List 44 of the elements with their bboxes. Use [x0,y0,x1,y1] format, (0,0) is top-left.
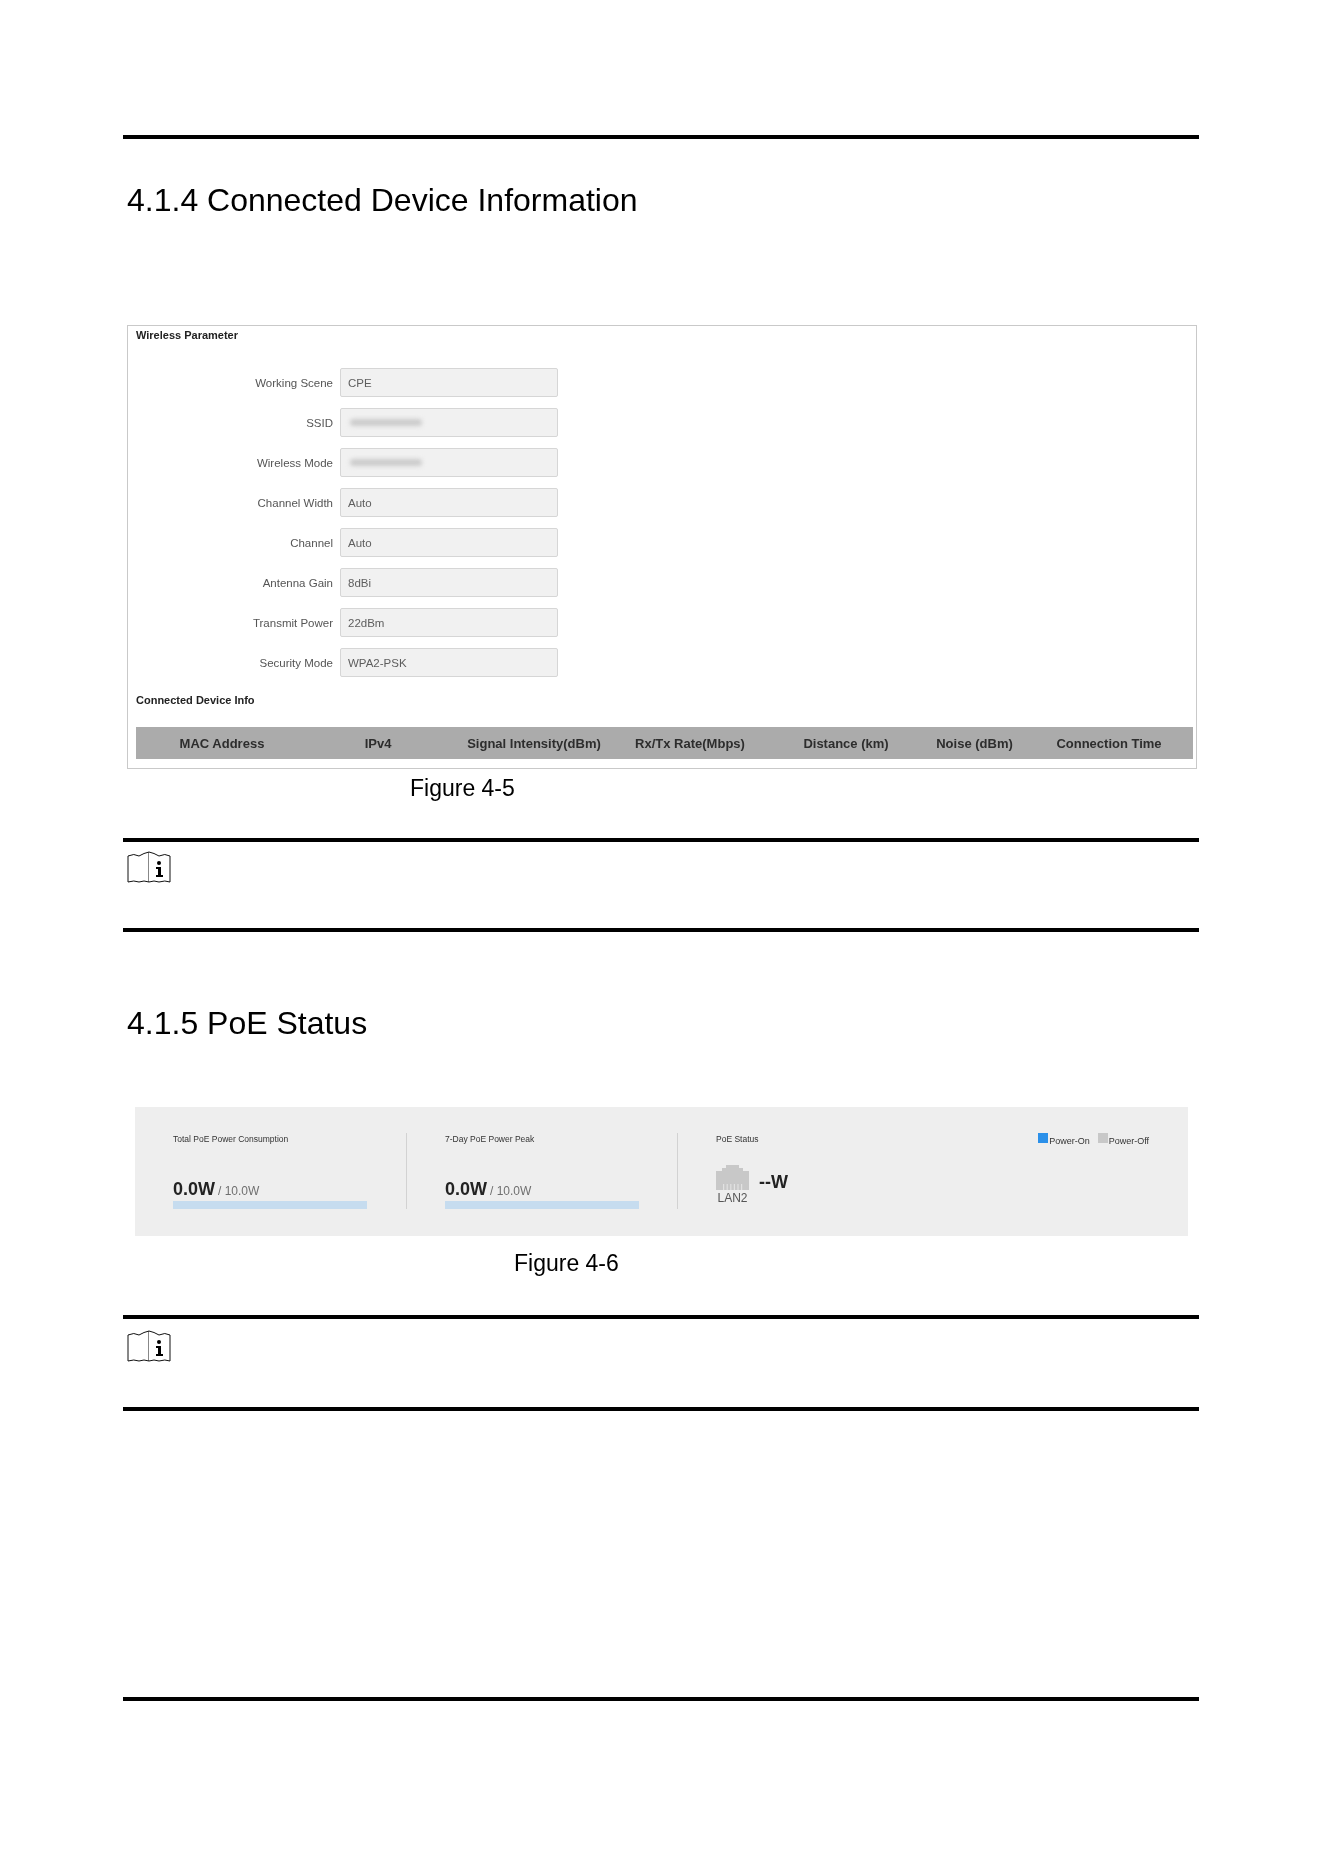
column-header: Rx/Tx Rate(Mbps) [635,735,745,751]
section-heading: 4.1.5 PoE Status [127,1005,368,1041]
field-label: Channel Width [257,496,333,509]
metric-max: / 10.0W [218,1184,260,1198]
text-field[interactable]: CPE [340,368,558,397]
column-header: MAC Address [179,735,265,751]
text-field[interactable] [340,408,558,437]
column-header: Connection Time [1056,735,1162,751]
text-field[interactable]: WPA2-PSK [340,648,558,677]
text-field[interactable]: 22dBm [340,608,558,637]
blurred-text-drawing [350,459,422,466]
field-label: Wireless Mode [256,456,333,469]
column-header: Signal Intensity(dBm) [467,735,601,751]
port-name: LAN2 [717,1191,748,1205]
field-label: Transmit Power [252,616,333,629]
field-label: Antenna Gain [262,576,333,589]
panel-title: Wireless Parameter [136,328,239,342]
metric-max: / 10.0W [490,1184,532,1198]
figure-caption: Figure 4-5 [410,775,515,801]
metric-label: Total PoE Power Consumption [173,1133,289,1145]
section-heading: 4.1.4 Connected Device Information [127,182,638,218]
metric-value: 0.0W [173,1179,215,1199]
status-label: PoE Status [716,1133,759,1145]
field-label: Working Scene [255,376,333,389]
text-field[interactable] [340,448,558,477]
field-label: Security Mode [259,656,333,669]
text-field[interactable]: Auto [340,528,558,557]
figure-caption: Figure 4-6 [514,1250,619,1276]
blurred-text-drawing [350,419,422,426]
legend-label: Power-Off [1108,1136,1149,1146]
metric-label: 7-Day PoE Power Peak [445,1133,535,1145]
legend-label: Power-On [1049,1136,1090,1146]
column-header: IPv4 [364,735,392,751]
info-book-icon [127,851,171,884]
column-header: Noise (dBm) [936,735,1013,751]
column-header: Distance (km) [803,735,889,751]
panel-title: Connected Device Info [136,693,255,707]
text-field[interactable]: 8dBi [340,568,558,597]
field-label: SSID [306,416,333,429]
port-reading: --W [759,1172,788,1194]
text-field[interactable]: Auto [340,488,558,517]
info-book-icon [127,1330,171,1363]
metric-value: 0.0W [445,1179,487,1199]
field-label: Channel [290,536,333,549]
